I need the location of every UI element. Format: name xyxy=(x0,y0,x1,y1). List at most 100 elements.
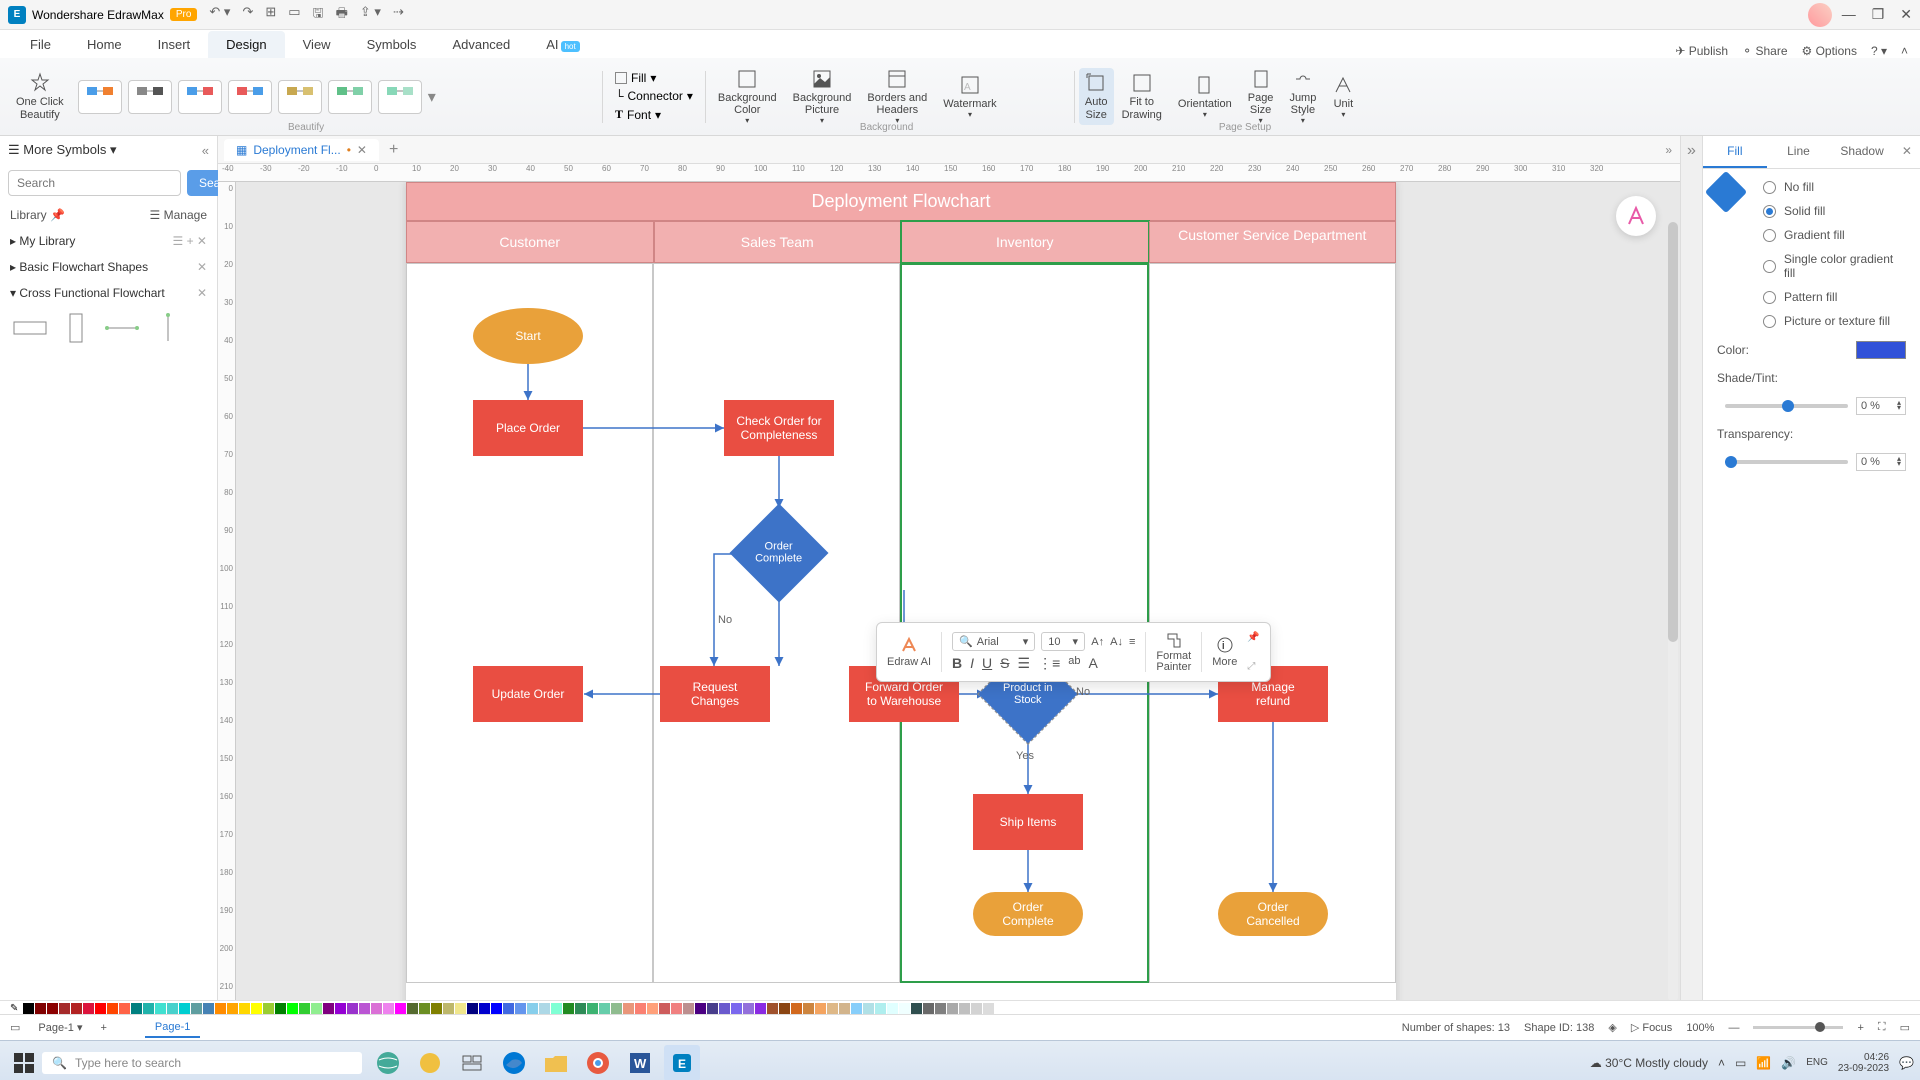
fit-drawing-button[interactable]: Fit to Drawing xyxy=(1114,68,1170,124)
menu-view[interactable]: View xyxy=(285,31,349,58)
more-icon[interactable]: ⇢ xyxy=(393,4,404,26)
shape-thumb-hbar[interactable] xyxy=(12,314,48,342)
transparency-slider[interactable] xyxy=(1725,460,1848,464)
cross-functional-cat[interactable]: ▾ Cross Functional Flowchart ✕ xyxy=(0,280,217,306)
palette-swatch[interactable] xyxy=(779,1003,790,1014)
palette-swatch[interactable] xyxy=(839,1003,850,1014)
menu-home[interactable]: Home xyxy=(69,31,140,58)
zoom-in-icon[interactable]: + xyxy=(1857,1022,1863,1034)
palette-swatch[interactable] xyxy=(611,1003,622,1014)
palette-swatch[interactable] xyxy=(935,1003,946,1014)
shade-slider[interactable] xyxy=(1725,404,1848,408)
palette-swatch[interactable] xyxy=(887,1003,898,1014)
palette-swatch[interactable] xyxy=(659,1003,670,1014)
theme-swatch-6[interactable] xyxy=(328,80,372,114)
palette-swatch[interactable] xyxy=(143,1003,154,1014)
palette-swatch[interactable] xyxy=(695,1003,706,1014)
palette-swatch[interactable] xyxy=(971,1003,982,1014)
share-button[interactable]: ⚬ Share xyxy=(1742,44,1787,58)
palette-swatch[interactable] xyxy=(959,1003,970,1014)
opt-pattern-fill[interactable]: Pattern fill xyxy=(1749,285,1920,309)
palette-swatch[interactable] xyxy=(815,1003,826,1014)
theme-swatch-1[interactable] xyxy=(78,80,122,114)
tb-explorer-icon[interactable] xyxy=(538,1045,574,1080)
focus-button[interactable]: ▷ Focus xyxy=(1631,1021,1672,1034)
minimize-icon[interactable]: — xyxy=(1842,6,1856,23)
theme-swatch-7[interactable] xyxy=(378,80,422,114)
tb-chrome-icon[interactable] xyxy=(580,1045,616,1080)
palette-swatch[interactable] xyxy=(203,1003,214,1014)
palette-swatch[interactable] xyxy=(59,1003,70,1014)
underline-icon[interactable]: U xyxy=(982,655,992,672)
shape-ship-items[interactable]: Ship Items xyxy=(973,794,1083,850)
palette-swatch[interactable] xyxy=(527,1003,538,1014)
palette-swatch[interactable] xyxy=(407,1003,418,1014)
align-icon[interactable]: ≡ xyxy=(1129,636,1135,648)
shape-request-changes[interactable]: Request Changes xyxy=(660,666,770,722)
palette-swatch[interactable] xyxy=(827,1003,838,1014)
palette-swatch[interactable] xyxy=(167,1003,178,1014)
bg-color-button[interactable]: Background Color▾ xyxy=(710,64,785,129)
palette-swatch[interactable] xyxy=(539,1003,550,1014)
palette-swatch[interactable] xyxy=(635,1003,646,1014)
palette-swatch[interactable] xyxy=(131,1003,142,1014)
layers-icon[interactable]: ◈ xyxy=(1608,1021,1616,1034)
menu-design[interactable]: Design xyxy=(208,31,284,58)
opt-single-gradient[interactable]: Single color gradient fill xyxy=(1749,247,1920,285)
palette-swatch[interactable] xyxy=(347,1003,358,1014)
palette-swatch[interactable] xyxy=(251,1003,262,1014)
format-painter-button[interactable]: Format Painter xyxy=(1156,631,1191,673)
palette-swatch[interactable] xyxy=(371,1003,382,1014)
palette-swatch[interactable] xyxy=(863,1003,874,1014)
tray-notif-icon[interactable]: 💬 xyxy=(1899,1056,1914,1070)
basic-flowchart-cat[interactable]: ▸ Basic Flowchart Shapes ✕ xyxy=(0,254,217,280)
palette-swatch[interactable] xyxy=(791,1003,802,1014)
shape-place-order[interactable]: Place Order xyxy=(473,400,583,456)
lane-customer[interactable] xyxy=(406,263,653,983)
shape-thumb-vbar[interactable] xyxy=(58,314,94,342)
palette-swatch[interactable] xyxy=(587,1003,598,1014)
bullets-icon[interactable]: ☰ xyxy=(1018,655,1031,672)
palette-swatch[interactable] xyxy=(647,1003,658,1014)
palette-swatch[interactable] xyxy=(743,1003,754,1014)
palette-swatch[interactable] xyxy=(47,1003,58,1014)
palette-swatch[interactable] xyxy=(287,1003,298,1014)
shade-value[interactable]: 0 %▴▾ xyxy=(1856,397,1906,415)
vscrollbar[interactable] xyxy=(1668,222,1678,1000)
edraw-ai-button[interactable]: Edraw AI xyxy=(887,636,931,668)
shape-check-order[interactable]: Check Order for Completeness xyxy=(724,400,834,456)
shape-thumb-sep-v[interactable] xyxy=(150,314,186,342)
shape-thumb-sep-h[interactable] xyxy=(104,314,140,342)
weather-widget[interactable]: ☁ 30°C Mostly cloudy xyxy=(1590,1056,1708,1070)
ai-badge[interactable] xyxy=(1616,196,1656,236)
export-icon[interactable]: ⇪ ▾ xyxy=(360,4,381,26)
theme-swatch-3[interactable] xyxy=(178,80,222,114)
borders-headers-button[interactable]: Borders and Headers▾ xyxy=(859,64,935,129)
new-icon[interactable]: ⊞ xyxy=(265,4,276,26)
orientation-button[interactable]: Orientation▾ xyxy=(1170,70,1240,123)
opt-picture-fill[interactable]: Picture or texture fill xyxy=(1749,309,1920,333)
palette-swatch[interactable] xyxy=(383,1003,394,1014)
auto-size-button[interactable]: Auto Size xyxy=(1079,68,1114,124)
tray-meet-icon[interactable]: ▭ xyxy=(1735,1056,1746,1070)
shape-order-cancelled[interactable]: Order Cancelled xyxy=(1218,892,1328,936)
palette-swatch[interactable] xyxy=(431,1003,442,1014)
font-dropdown[interactable]: TFont ▾ xyxy=(615,107,693,122)
manage-button[interactable]: ☰ Manage xyxy=(150,208,207,222)
tray-volume-icon[interactable]: 🔊 xyxy=(1781,1056,1796,1070)
case-icon[interactable]: ab xyxy=(1068,655,1080,672)
shape-order-complete-end[interactable]: Order Complete xyxy=(973,892,1083,936)
palette-swatch[interactable] xyxy=(671,1003,682,1014)
palette-swatch[interactable] xyxy=(443,1003,454,1014)
publish-button[interactable]: ✈ Publish xyxy=(1675,44,1728,58)
more-button[interactable]: i More xyxy=(1212,636,1237,668)
palette-swatch[interactable] xyxy=(215,1003,226,1014)
start-button[interactable] xyxy=(6,1045,42,1080)
lane-header-inventory[interactable]: Inventory xyxy=(901,221,1149,263)
opt-solid-fill[interactable]: Solid fill xyxy=(1749,199,1920,223)
canvas[interactable]: Deployment Flowchart Customer Sales Team… xyxy=(236,182,1680,1000)
palette-swatch[interactable] xyxy=(323,1003,334,1014)
tb-cortana-icon[interactable] xyxy=(412,1045,448,1080)
doc-tab[interactable]: ▦ Deployment Fl... • ✕ xyxy=(224,139,379,161)
palette-swatch[interactable] xyxy=(35,1003,46,1014)
